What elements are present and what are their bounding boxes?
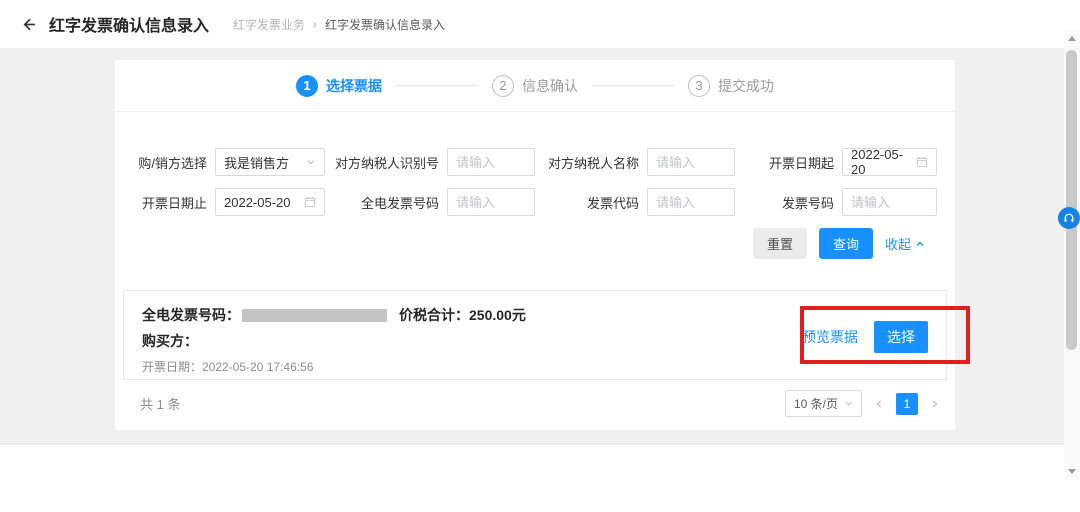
invoice-date-end-picker[interactable]: 2022-05-20 bbox=[215, 188, 325, 216]
breadcrumb-separator-icon: › bbox=[313, 17, 317, 31]
invoice-number-redacted bbox=[242, 309, 387, 322]
field-invoice-code: 发票代码 bbox=[540, 188, 735, 216]
search-button[interactable]: 查询 bbox=[819, 228, 873, 259]
step-submit-success: 3 提交成功 bbox=[688, 75, 774, 97]
step-connector bbox=[592, 85, 674, 86]
breadcrumb-current: 红字发票确认信息录入 bbox=[325, 16, 445, 33]
result-total-amount: 价税合计：250.00元 bbox=[399, 305, 526, 325]
scrollbar-thumb[interactable] bbox=[1066, 50, 1077, 350]
invoice-code-label: 发票代码 bbox=[587, 193, 639, 212]
reset-button[interactable]: 重置 bbox=[753, 228, 807, 259]
invoice-number-label: 发票号码 bbox=[782, 193, 834, 212]
buyer-seller-label: 购/销方选择 bbox=[138, 153, 207, 172]
invoice-date-start-value: 2022-05-20 bbox=[851, 147, 916, 177]
breadcrumb: 红字发票业务 › 红字发票确认信息录入 bbox=[233, 16, 445, 33]
step-2-label: 信息确认 bbox=[522, 76, 578, 96]
counterparty-tax-id-label: 对方纳税人识别号 bbox=[335, 153, 439, 172]
card-footer: 共 1 条 10 条/页 1 bbox=[140, 390, 940, 417]
scrollbar-up-arrow-icon[interactable] bbox=[1068, 36, 1076, 41]
chevron-up-icon bbox=[915, 239, 925, 249]
total-count: 共 1 条 bbox=[140, 394, 180, 413]
invoice-date-start-picker[interactable]: 2022-05-20 bbox=[842, 148, 937, 176]
step-3-label: 提交成功 bbox=[718, 76, 774, 96]
vertical-scrollbar[interactable] bbox=[1064, 30, 1080, 480]
field-buyer-seller: 购/销方选择 我是销售方 bbox=[135, 148, 325, 176]
step-1-label: 选择票据 bbox=[326, 76, 382, 96]
scrollbar-down-arrow-icon[interactable] bbox=[1068, 469, 1076, 474]
form-actions: 重置 查询 收起 bbox=[753, 228, 925, 259]
step-confirm-info: 2 信息确认 bbox=[492, 75, 578, 97]
field-invoice-date-end: 开票日期止 2022-05-20 bbox=[135, 188, 325, 216]
chevron-left-icon bbox=[874, 399, 884, 409]
header-bar: 红字发票确认信息录入 红字发票业务 › 红字发票确认信息录入 bbox=[0, 0, 1080, 48]
invoice-date-end-label: 开票日期止 bbox=[142, 193, 207, 212]
buyer-seller-select[interactable]: 我是销售方 bbox=[215, 148, 325, 176]
calendar-icon bbox=[916, 156, 928, 168]
invoice-number-input[interactable] bbox=[842, 188, 937, 216]
prev-page-button[interactable] bbox=[874, 399, 884, 409]
customer-service-button[interactable] bbox=[1058, 207, 1080, 229]
stepper: 1 选择票据 2 信息确认 3 提交成功 bbox=[115, 60, 955, 112]
field-counterparty-tax-id: 对方纳税人识别号 bbox=[330, 148, 535, 176]
main-card: 1 选择票据 2 信息确认 3 提交成功 购/销方选择 我是销售方 对方纳税人识… bbox=[115, 60, 955, 430]
counterparty-name-input[interactable] bbox=[647, 148, 735, 176]
page-size-value: 10 条/页 bbox=[794, 395, 838, 412]
invoice-date-start-label: 开票日期起 bbox=[769, 153, 834, 172]
result-buyer-label: 购买方： bbox=[142, 333, 198, 349]
field-invoice-number: 发票号码 bbox=[745, 188, 937, 216]
e-invoice-number-label: 全电发票号码 bbox=[361, 193, 439, 212]
page-size-select[interactable]: 10 条/页 bbox=[785, 390, 862, 417]
pagination: 10 条/页 1 bbox=[785, 390, 940, 417]
field-counterparty-name: 对方纳税人名称 bbox=[540, 148, 735, 176]
invoice-date-end-value: 2022-05-20 bbox=[224, 195, 291, 210]
page-1-button[interactable]: 1 bbox=[896, 393, 918, 415]
breadcrumb-parent[interactable]: 红字发票业务 bbox=[233, 16, 305, 33]
next-page-button[interactable] bbox=[930, 399, 940, 409]
chevron-down-icon bbox=[306, 157, 316, 167]
calendar-icon bbox=[304, 196, 316, 208]
step-select-invoice: 1 选择票据 bbox=[296, 75, 382, 97]
page-title: 红字发票确认信息录入 bbox=[49, 12, 209, 36]
invoice-code-input[interactable] bbox=[647, 188, 735, 216]
step-1-circle: 1 bbox=[296, 75, 318, 97]
chevron-right-icon bbox=[930, 399, 940, 409]
select-invoice-button[interactable]: 选择 bbox=[874, 321, 928, 353]
counterparty-name-label: 对方纳税人名称 bbox=[548, 153, 639, 172]
invoice-result-item: 全电发票号码： 价税合计：250.00元 购买方： 开票日期：2022-05-2… bbox=[123, 290, 947, 380]
preview-invoice-link[interactable]: 预览票据 bbox=[802, 327, 858, 347]
back-arrow-icon bbox=[20, 16, 37, 33]
result-actions: 预览票据 选择 bbox=[802, 321, 928, 353]
buyer-seller-value: 我是销售方 bbox=[224, 153, 289, 172]
back-button[interactable] bbox=[20, 16, 37, 33]
step-2-circle: 2 bbox=[492, 75, 514, 97]
result-invoice-number-label: 全电发票号码： bbox=[142, 305, 240, 325]
collapse-toggle[interactable]: 收起 bbox=[885, 234, 925, 253]
result-issue-date: 开票日期：2022-05-20 17:46:56 bbox=[142, 358, 928, 375]
chevron-down-icon bbox=[844, 399, 853, 408]
headset-icon bbox=[1063, 212, 1075, 224]
field-e-invoice-number: 全电发票号码 bbox=[330, 188, 535, 216]
step-3-circle: 3 bbox=[688, 75, 710, 97]
counterparty-tax-id-input[interactable] bbox=[447, 148, 535, 176]
collapse-label: 收起 bbox=[885, 234, 911, 253]
step-connector bbox=[396, 85, 478, 86]
e-invoice-number-input[interactable] bbox=[447, 188, 535, 216]
field-invoice-date-start: 开票日期起 2022-05-20 bbox=[745, 148, 937, 176]
